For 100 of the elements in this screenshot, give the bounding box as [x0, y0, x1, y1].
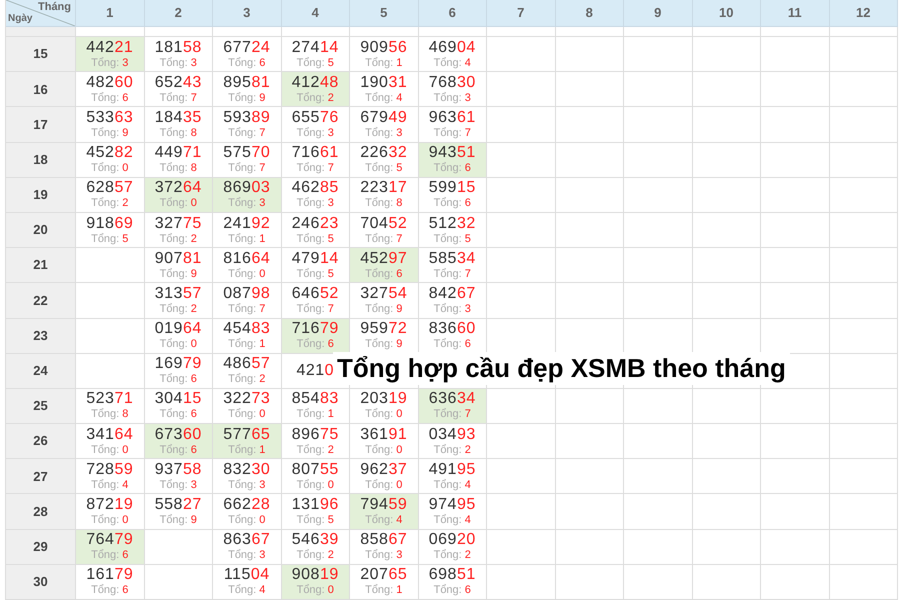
month-header: 9: [624, 0, 692, 27]
lottery-number: 44971: [154, 145, 202, 162]
total-label: Tổng: 1: [365, 58, 402, 69]
lottery-number: 32754: [360, 286, 408, 302]
day-cell: 21: [6, 248, 76, 284]
lottery-number: 89675: [292, 426, 339, 443]
lottery-number: 90819: [292, 567, 339, 584]
total-label: Tổng: 4: [434, 58, 471, 69]
lottery-number: 67724: [223, 40, 270, 56]
total-label: Tổng: 5: [296, 58, 334, 69]
total-label: Tổng: 2: [434, 550, 471, 562]
lottery-number: 11504: [224, 567, 270, 584]
lottery-number: 22632: [360, 145, 408, 162]
lottery-number: 96237: [360, 462, 408, 478]
lottery-number: 90781: [154, 250, 202, 267]
total-label: Tổng: 1: [228, 339, 266, 350]
total-label: Tổng: 6: [160, 409, 197, 420]
total-label: Tổng: 2: [160, 304, 197, 315]
lottery-number: 36191: [360, 426, 408, 443]
total-label: Tổng: 0: [160, 198, 197, 210]
total-label: Tổng: 0: [296, 585, 334, 596]
lottery-number: 66228: [223, 497, 270, 514]
lottery-number: 65576: [292, 110, 339, 126]
lottery-number: 45297: [360, 250, 408, 267]
lottery-number: 31357: [154, 286, 202, 302]
total-label: Tổng: 7: [296, 304, 334, 315]
lottery-number: 71661: [292, 145, 339, 162]
day-cell: 25: [6, 388, 76, 424]
total-label: Tổng: 2: [296, 550, 334, 562]
total-label: Tổng: 9: [228, 92, 266, 104]
lottery-number: 87219: [86, 497, 134, 514]
total-label: Tổng: 9: [365, 304, 402, 315]
total-label: Tổng: 0: [91, 163, 128, 174]
total-label: Tổng: 5: [91, 234, 128, 245]
lottery-number: 97495: [428, 497, 476, 514]
month-header: 3: [213, 0, 282, 27]
lottery-number: 72859: [86, 462, 134, 478]
caption-title: Tổng hợp cầu đẹp XSMB theo tháng: [333, 352, 790, 385]
lottery-number: 54639: [292, 532, 339, 548]
lottery-number: 59389: [223, 110, 270, 126]
total-label: Tổng: 6: [91, 585, 128, 596]
lottery-number: 45483: [223, 321, 270, 338]
lottery-number: 4210: [296, 362, 334, 379]
lottery-number: 46904: [428, 40, 476, 56]
day-cell: 22: [6, 283, 76, 318]
total-label: Tổng: 9: [160, 515, 197, 526]
lottery-number: 70452: [360, 216, 408, 232]
lottery-number: 46285: [292, 180, 339, 196]
total-label: Tổng: 3: [228, 480, 266, 491]
total-label: Tổng: 0: [296, 480, 334, 491]
total-label: Tổng: 7: [228, 163, 266, 174]
total-label: Tổng: 1: [228, 234, 266, 245]
total-label: Tổng: 3: [365, 550, 402, 562]
month-axis-label: Tháng: [38, 0, 71, 15]
total-label: Tổng: 4: [91, 480, 128, 491]
total-label: Tổng: 7: [434, 268, 471, 280]
total-label: Tổng: 5: [296, 515, 334, 526]
total-label: Tổng: 7: [365, 234, 402, 245]
total-label: Tổng: 0: [91, 515, 128, 526]
lottery-number: 63634: [428, 391, 476, 408]
lottery-number: 81664: [223, 250, 270, 267]
lottery-number: 20319: [360, 391, 408, 408]
lottery-number: 27414: [292, 40, 339, 56]
lottery-number: 32273: [223, 391, 270, 408]
day-cell: 28: [6, 494, 76, 530]
total-label: Tổng: 5: [365, 163, 402, 174]
lottery-number: 59915: [428, 180, 476, 196]
total-label: Tổng: 2: [91, 198, 128, 210]
total-label: Tổng: 3: [228, 550, 266, 562]
month-header: 4: [282, 0, 350, 27]
lottery-number: 65243: [154, 74, 202, 91]
lottery-number: 47914: [292, 250, 339, 267]
lottery-number: 03493: [428, 426, 476, 443]
total-label: Tổng: 6: [434, 198, 471, 210]
total-label: Tổng: 4: [434, 515, 471, 526]
lottery-number: 71679: [292, 321, 339, 338]
total-label: Tổng: 1: [296, 409, 334, 420]
lottery-number: 83660: [428, 321, 476, 338]
month-header: 7: [487, 0, 556, 27]
lottery-number: 93758: [154, 462, 202, 478]
total-label: Tổng: 6: [434, 339, 471, 350]
total-label: Tổng: 3: [296, 128, 334, 139]
day-cell: 19: [6, 178, 76, 213]
total-label: Tổng: 6: [91, 92, 128, 104]
total-label: Tổng: 3: [91, 58, 128, 69]
total-label: Tổng: 0: [228, 515, 266, 526]
lottery-number: 51232: [428, 216, 476, 232]
lottery-number: 24623: [292, 216, 339, 232]
lottery-number: 83230: [223, 462, 270, 478]
total-label: Tổng: 2: [160, 234, 197, 245]
total-label: Tổng: 6: [160, 374, 197, 386]
lottery-number: 41248: [292, 74, 339, 91]
total-label: Tổng: 8: [160, 163, 197, 174]
day-axis-label: Ngày: [8, 12, 32, 26]
lottery-number: 30415: [154, 391, 202, 408]
total-label: Tổng: 8: [365, 198, 402, 210]
total-label: Tổng: 4: [434, 480, 471, 491]
lottery-number: 44221: [86, 40, 134, 56]
month-header: 12: [830, 0, 898, 27]
total-label: Tổng: 3: [365, 128, 402, 139]
